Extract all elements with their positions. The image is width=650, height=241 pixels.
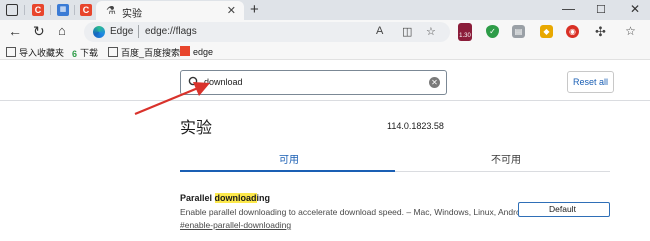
- tab-unavailable[interactable]: 不可用: [491, 151, 521, 166]
- flag-title-suffix: ing: [256, 193, 271, 203]
- refresh-icon[interactable]: ↻: [33, 23, 45, 40]
- bookmark-edge[interactable]: edge: [180, 46, 213, 57]
- extension-icon[interactable]: ▤: [512, 25, 525, 38]
- tab-divider: [50, 5, 51, 15]
- bookmark-label: 导入收藏夹: [19, 48, 65, 58]
- search-value[interactable]: download: [204, 77, 243, 87]
- extension-badge-icon[interactable]: 1.30: [458, 23, 472, 41]
- close-tab-icon[interactable]: ✕: [227, 4, 236, 17]
- c-site-icon: [180, 46, 190, 56]
- pinned-tab-c-icon[interactable]: C: [80, 4, 92, 16]
- bookmark-label: edge: [193, 47, 214, 57]
- flags-search-input[interactable]: download ✕: [180, 70, 447, 95]
- bookmark-import[interactable]: 导入收藏夹: [6, 46, 64, 59]
- import-icon: [6, 47, 16, 57]
- tab-flags[interactable]: ⚗ 实验 ✕: [96, 1, 244, 20]
- extension-badge-count: 1.30: [459, 33, 471, 39]
- edge-logo-icon: [93, 26, 105, 38]
- extensions-puzzle-icon[interactable]: ✣: [594, 25, 607, 38]
- flag-title: Parallel downloading: [180, 193, 270, 203]
- bookmark-download[interactable]: 6 下载: [72, 46, 98, 59]
- flag-state-select[interactable]: Default: [518, 202, 610, 217]
- favorite-star-icon[interactable]: ☆: [426, 25, 436, 38]
- search-match-highlight: download: [214, 193, 257, 203]
- version-number: 114.0.1823.58: [387, 121, 444, 131]
- new-tab-button[interactable]: +: [250, 1, 259, 18]
- read-aloud-icon[interactable]: A: [376, 25, 383, 37]
- flag-description: Enable parallel downloading to accelerat…: [180, 207, 528, 217]
- tab-actions-icon[interactable]: [6, 4, 18, 16]
- site-label: Edge: [110, 26, 134, 37]
- flask-icon: ⚗: [106, 5, 116, 17]
- toolbar: ← ↻ ⌂ Edge edge://flags A ◫ ☆ 1.30 ✓ ▤ ◆…: [0, 20, 650, 44]
- tab-strip: C ▦ C ⚗ 实验 ✕ + — ☐ ✕: [0, 0, 650, 20]
- bookmark-baidu[interactable]: 百度_百度搜索: [108, 46, 180, 59]
- search-icon: [188, 76, 200, 88]
- extension-icon[interactable]: ◉: [566, 25, 579, 38]
- extension-icon[interactable]: ◆: [540, 25, 553, 38]
- address-bar[interactable]: Edge edge://flags A ◫ ☆: [84, 22, 450, 42]
- favorites-icon[interactable]: ☆: [624, 25, 637, 38]
- flag-title-prefix: Parallel: [180, 193, 215, 203]
- active-tab-indicator: [180, 170, 395, 172]
- home-icon[interactable]: ⌂: [58, 23, 66, 38]
- close-window-button[interactable]: ✕: [630, 2, 640, 16]
- minimize-button[interactable]: —: [562, 1, 575, 16]
- tab-divider: [24, 5, 25, 15]
- back-icon[interactable]: ←: [8, 23, 22, 39]
- tab-title: 实验: [122, 9, 142, 20]
- split-screen-icon[interactable]: ◫: [402, 25, 412, 38]
- clear-search-icon[interactable]: ✕: [429, 77, 440, 88]
- download-site-icon: 6: [72, 49, 78, 59]
- bookmark-label: 下载: [80, 48, 99, 58]
- bookmark-label: 百度_百度搜索: [121, 48, 181, 58]
- reset-all-button[interactable]: Reset all: [567, 71, 614, 93]
- pinned-tab-blue-icon[interactable]: ▦: [57, 4, 69, 16]
- tab-available[interactable]: 可用: [279, 151, 299, 166]
- url-text[interactable]: edge://flags: [145, 26, 197, 37]
- maximize-button[interactable]: ☐: [596, 3, 606, 16]
- bookmarks-bar: 导入收藏夹 6 下载 百度_百度搜索 edge: [0, 44, 650, 60]
- pinned-tab-c-icon[interactable]: C: [32, 4, 44, 16]
- flag-anchor-link[interactable]: #enable-parallel-downloading: [180, 220, 291, 230]
- shield-extension-icon[interactable]: ✓: [486, 25, 499, 38]
- page-title: 实验: [180, 120, 213, 137]
- page-icon: [108, 47, 118, 57]
- address-separator: [138, 25, 139, 38]
- tab-divider: [74, 5, 75, 15]
